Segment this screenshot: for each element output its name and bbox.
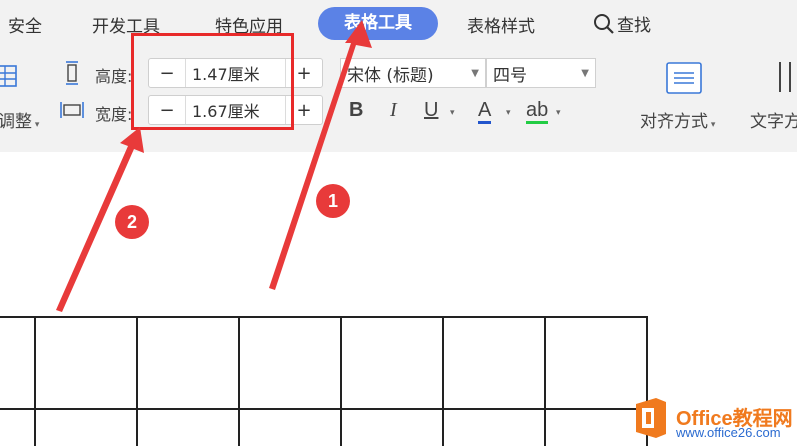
office-logo-icon <box>632 398 670 442</box>
badge-1: 1 <box>316 184 350 218</box>
watermark-url: www.office26.com <box>676 425 781 440</box>
arrow-1 <box>269 20 372 290</box>
badge-2: 2 <box>115 205 149 239</box>
